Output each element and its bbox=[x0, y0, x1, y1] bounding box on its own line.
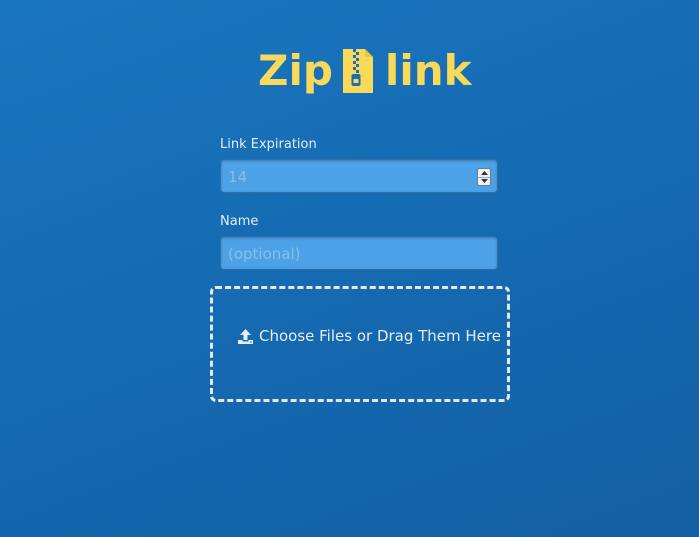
logo-word-zip: Zip bbox=[258, 46, 333, 95]
number-spinner[interactable] bbox=[477, 168, 491, 186]
link-form: Link Expiration 14 Name (optional) bbox=[220, 136, 500, 290]
link-expiration-input[interactable]: 14 bbox=[220, 159, 498, 193]
zip-file-icon bbox=[341, 47, 375, 95]
choose-files-label: Choose Files or Drag Them Here bbox=[259, 327, 501, 345]
spin-up-button[interactable] bbox=[478, 169, 490, 177]
upload-icon bbox=[237, 328, 254, 345]
caret-down-icon bbox=[480, 179, 488, 184]
name-input[interactable]: (optional) bbox=[220, 236, 498, 270]
link-expiration-label: Link Expiration bbox=[220, 137, 317, 152]
choose-files-button[interactable]: Choose Files or Drag Them Here bbox=[237, 327, 501, 345]
caret-up-icon bbox=[480, 170, 488, 175]
app-logo: Zip link bbox=[258, 44, 472, 98]
name-label: Name bbox=[220, 214, 259, 229]
spin-down-button[interactable] bbox=[478, 176, 490, 186]
file-dropzone[interactable]: Choose Files or Drag Them Here bbox=[210, 286, 510, 402]
name-placeholder: (optional) bbox=[228, 245, 301, 263]
link-expiration-value: 14 bbox=[228, 168, 248, 186]
logo-word-link: link bbox=[384, 46, 472, 95]
